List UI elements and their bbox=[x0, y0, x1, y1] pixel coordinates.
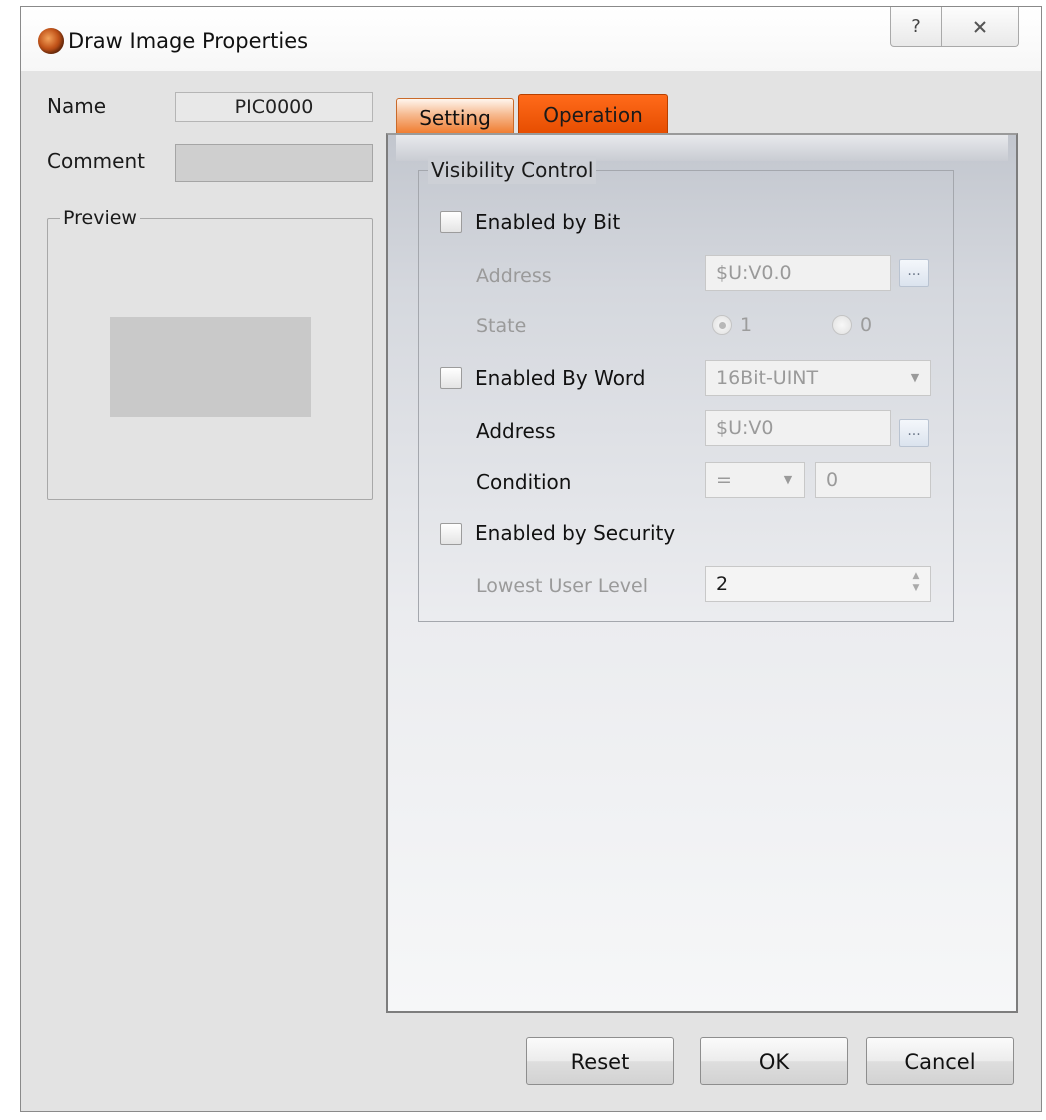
lowest-user-level-label: Lowest User Level bbox=[476, 575, 648, 597]
preview-label: Preview bbox=[60, 205, 140, 231]
close-icon bbox=[974, 20, 986, 33]
window-title: Draw Image Properties bbox=[68, 29, 309, 53]
enabled-by-bit-checkbox[interactable] bbox=[440, 211, 462, 233]
condition-operator-value: = bbox=[716, 469, 732, 491]
cancel-button[interactable]: Cancel bbox=[866, 1037, 1014, 1085]
bit-address-label: Address bbox=[476, 265, 552, 287]
lowest-user-level-value: 2 bbox=[716, 573, 729, 595]
tab-setting[interactable]: Setting bbox=[396, 98, 514, 134]
enabled-by-security-checkbox[interactable] bbox=[440, 523, 462, 545]
chevron-down-icon: ▼ bbox=[910, 371, 920, 384]
lowest-user-level-spinner[interactable]: 2 bbox=[705, 566, 931, 602]
state-label: State bbox=[476, 315, 527, 337]
word-address-field[interactable]: $U:V0 bbox=[705, 410, 891, 446]
help-icon: ? bbox=[911, 16, 921, 37]
tab-operation[interactable]: Operation bbox=[518, 94, 668, 134]
chevron-down-icon: ▼ bbox=[783, 473, 793, 486]
visibility-control-label: Visibility Control bbox=[428, 156, 597, 184]
name-label: Name bbox=[47, 94, 107, 118]
state-radio-0[interactable] bbox=[832, 315, 852, 335]
name-field[interactable]: PIC0000 bbox=[175, 92, 373, 122]
ok-button[interactable]: OK bbox=[700, 1037, 848, 1085]
close-button[interactable] bbox=[941, 7, 1019, 47]
condition-value-field[interactable]: 0 bbox=[815, 462, 931, 498]
preview-image bbox=[110, 317, 311, 417]
comment-label: Comment bbox=[47, 149, 145, 173]
bit-address-browse-button[interactable]: ... bbox=[899, 259, 929, 287]
word-data-type-value: 16Bit-UINT bbox=[716, 367, 819, 389]
word-data-type-select[interactable]: 16Bit-UINT bbox=[705, 360, 931, 396]
state-radio-0-label: 0 bbox=[860, 314, 873, 336]
enabled-by-word-label: Enabled By Word bbox=[475, 366, 646, 390]
reset-button[interactable]: Reset bbox=[526, 1037, 674, 1085]
word-address-label: Address bbox=[476, 419, 556, 443]
enabled-by-word-checkbox[interactable] bbox=[440, 367, 462, 389]
comment-field[interactable] bbox=[175, 144, 373, 182]
condition-label: Condition bbox=[476, 470, 572, 494]
app-orb-icon bbox=[38, 28, 64, 54]
state-radio-1-label: 1 bbox=[740, 314, 753, 336]
bit-address-field[interactable]: $U:V0.0 bbox=[705, 255, 891, 291]
enabled-by-security-label: Enabled by Security bbox=[475, 521, 676, 545]
enabled-by-bit-label: Enabled by Bit bbox=[475, 210, 621, 234]
word-address-browse-button[interactable]: ... bbox=[899, 419, 929, 447]
visibility-control-group bbox=[418, 170, 954, 622]
state-radio-1[interactable] bbox=[712, 315, 732, 335]
spinner-arrows-icon[interactable]: ▲ ▼ bbox=[910, 570, 922, 596]
help-button[interactable]: ? bbox=[890, 7, 942, 47]
